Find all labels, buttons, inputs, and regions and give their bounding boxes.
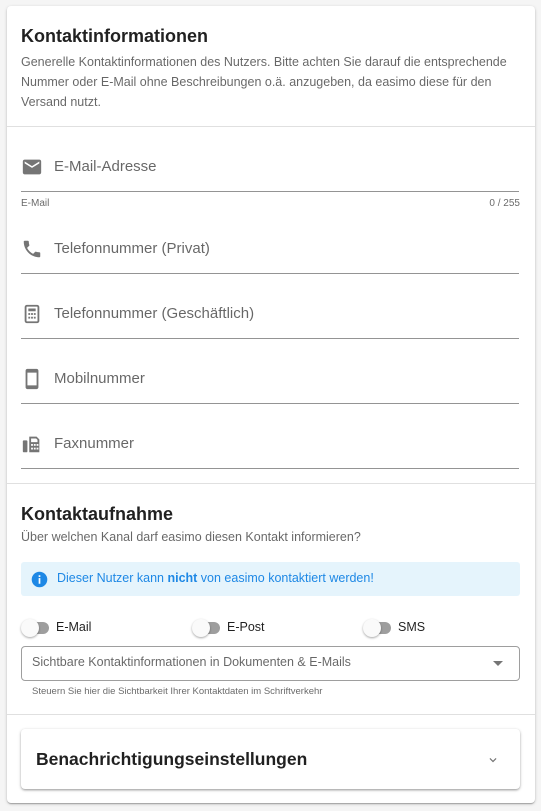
email-channel-label: E-Mail xyxy=(56,620,92,634)
switch-thumb xyxy=(21,619,39,637)
email-field-label: E-Mail-Adresse xyxy=(54,158,157,175)
phone-private-underline xyxy=(21,273,519,274)
switch-thumb xyxy=(363,619,381,637)
notifications-panel-title: Benachrichtigungseinstellungen xyxy=(36,749,308,769)
phone-business-field[interactable]: Telefonnummer (Geschäftlich) xyxy=(21,293,519,339)
phone-icon xyxy=(23,240,41,258)
phone-business-underline xyxy=(21,338,519,339)
fax-field[interactable]: Faxnummer xyxy=(21,423,519,469)
contact-section-description: Generelle Kontaktinformationen des Nutze… xyxy=(21,55,507,109)
fax-icon xyxy=(22,436,40,453)
business-phone-icon xyxy=(24,304,40,324)
phone-business-label: Telefonnummer (Geschäftlich) xyxy=(54,305,255,322)
visibility-select-hint: Steuern Sie hier die Sichtbarkeit Ihrer … xyxy=(32,686,323,697)
divider xyxy=(7,126,535,127)
visibility-select-value: Sichtbare Kontaktinformationen in Dokume… xyxy=(32,655,351,669)
alert-text: Dieser Nutzer kann nicht von easimo kont… xyxy=(57,571,374,585)
switch-thumb xyxy=(192,619,210,637)
mobile-icon xyxy=(25,368,39,390)
dropdown-arrow-icon xyxy=(493,661,503,666)
email-icon xyxy=(22,159,42,175)
divider xyxy=(7,483,535,484)
mobile-label: Mobilnummer xyxy=(54,370,145,387)
epost-channel-label: E-Post xyxy=(227,620,265,634)
alert-emphasis: nicht xyxy=(167,571,198,585)
divider xyxy=(7,714,535,715)
notifications-panel[interactable]: Benachrichtigungseinstellungen xyxy=(21,729,520,789)
outreach-question: Über welchen Kanal darf easimo diesen Ko… xyxy=(21,530,361,544)
chevron-down-icon[interactable] xyxy=(486,753,500,767)
phone-private-field[interactable]: Telefonnummer (Privat) xyxy=(21,228,519,274)
outreach-section-title: Kontaktaufnahme xyxy=(21,504,174,524)
email-field[interactable]: E-Mail-Adresse xyxy=(21,146,519,192)
email-field-counter: 0 / 255 xyxy=(489,198,520,209)
phone-private-label: Telefonnummer (Privat) xyxy=(54,240,210,257)
fax-label: Faxnummer xyxy=(54,435,135,452)
mobile-field[interactable]: Mobilnummer xyxy=(21,358,519,404)
contact-section-title: Kontaktinformationen xyxy=(21,26,208,46)
info-icon xyxy=(31,571,48,588)
mobile-underline xyxy=(21,403,519,404)
fax-underline xyxy=(21,468,519,469)
visibility-select[interactable]: Sichtbare Kontaktinformationen in Dokume… xyxy=(21,646,520,681)
email-field-underline xyxy=(21,191,519,192)
email-field-hint: E-Mail xyxy=(21,198,50,209)
contact-card: Kontaktinformationen Generelle Kontaktin… xyxy=(7,6,535,803)
contact-alert: Dieser Nutzer kann nicht von easimo kont… xyxy=(21,562,520,596)
sms-channel-label: SMS xyxy=(398,620,426,634)
